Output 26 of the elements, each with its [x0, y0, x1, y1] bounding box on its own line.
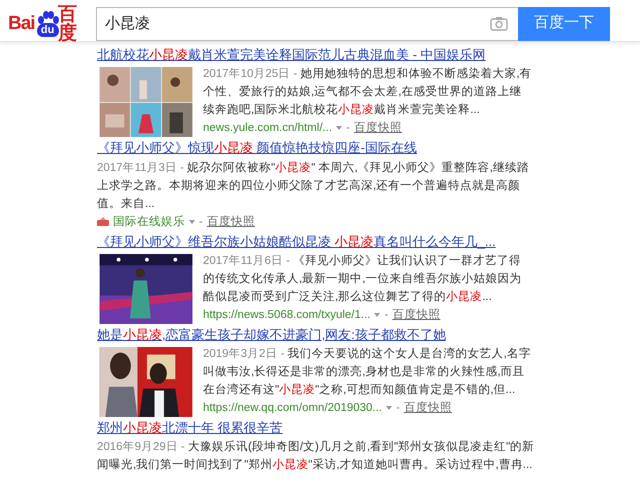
result-snippet: 2017年10月25日 - 她用她独特的思想和体验不断感染着大家,有个性、爱旅行的姑娘,运气都不会太差,在感受世界的道路上继续奔跑吧,国际米北航校花小昆凌戴肖米萱完美诠释... [203, 66, 533, 118]
result-snippet: 2017年11月3日 - 妮尕尔阿依被称"小昆凌" 本周六,《拜见小师父》重整阵容,继续踏上求学之路。本期将迎来的四位小师父除了才艺高深,还有一个普遍特点就是高颜值。来自... [97, 160, 530, 212]
separator-text: - [346, 121, 350, 136]
caret-icon[interactable] [336, 126, 342, 130]
camera-icon[interactable] [490, 16, 508, 30]
separator-text: - [396, 401, 400, 416]
search-button[interactable]: 百度一下 [518, 6, 610, 40]
snapshot-link[interactable]: 百度快照 [206, 212, 255, 230]
result-url[interactable]: news.yule.com.cn/html/... [203, 119, 332, 138]
result-url[interactable]: https://news.5068.com/txyule/1... [203, 306, 370, 324]
snapshot-link[interactable]: 百度快照 [354, 119, 402, 138]
search-field[interactable]: 小昆凌 [96, 6, 518, 40]
snapshot-link[interactable]: 百度快照 [404, 399, 452, 417]
logo-text: Bai [8, 14, 35, 33]
caret-icon[interactable] [189, 220, 195, 224]
result-url[interactable]: https://new.qq.com/omn/2019030... [203, 399, 382, 417]
separator-text: - [199, 214, 203, 230]
result-url[interactable]: 国际在线娱乐 [113, 212, 185, 230]
separator-text: - [384, 308, 388, 323]
caret-icon[interactable] [374, 312, 380, 317]
logo-text: 百度 [58, 4, 78, 42]
result-snippet: 2017年11月6日 - 《拜见小师父》让我们认识了一群才艺了得的传统文化传承人,最新一期中,一位来自维吾尔族小姑娘因为酷似昆凌而受到广泛关注,那么这位舞艺了得的小昆凌... [203, 254, 522, 305]
snapshot-link[interactable]: 百度快照 [392, 306, 440, 324]
result-snippet: 2016年9月29日 - 大豫娱乐讯(段坤奇图/文)几月之前,看到"郑州女孩似昆凌走红"的新闻曝光,我们第一时间找到了"郑州小昆凌"采访,才知道她叫曹冉。采访过程中,曹冉... [97, 439, 536, 474]
caret-icon[interactable] [386, 406, 392, 410]
result-snippet: 2019年3月2日 - 我们今天要说的这个女人是台湾的女艺人,名字叫做韦汝,长得还是非常的漂亮,身材也是非常的火辣性感,而且在台湾还有这"小昆凌"之称,可想而知颜值肯定是不错的,但... [203, 346, 532, 398]
